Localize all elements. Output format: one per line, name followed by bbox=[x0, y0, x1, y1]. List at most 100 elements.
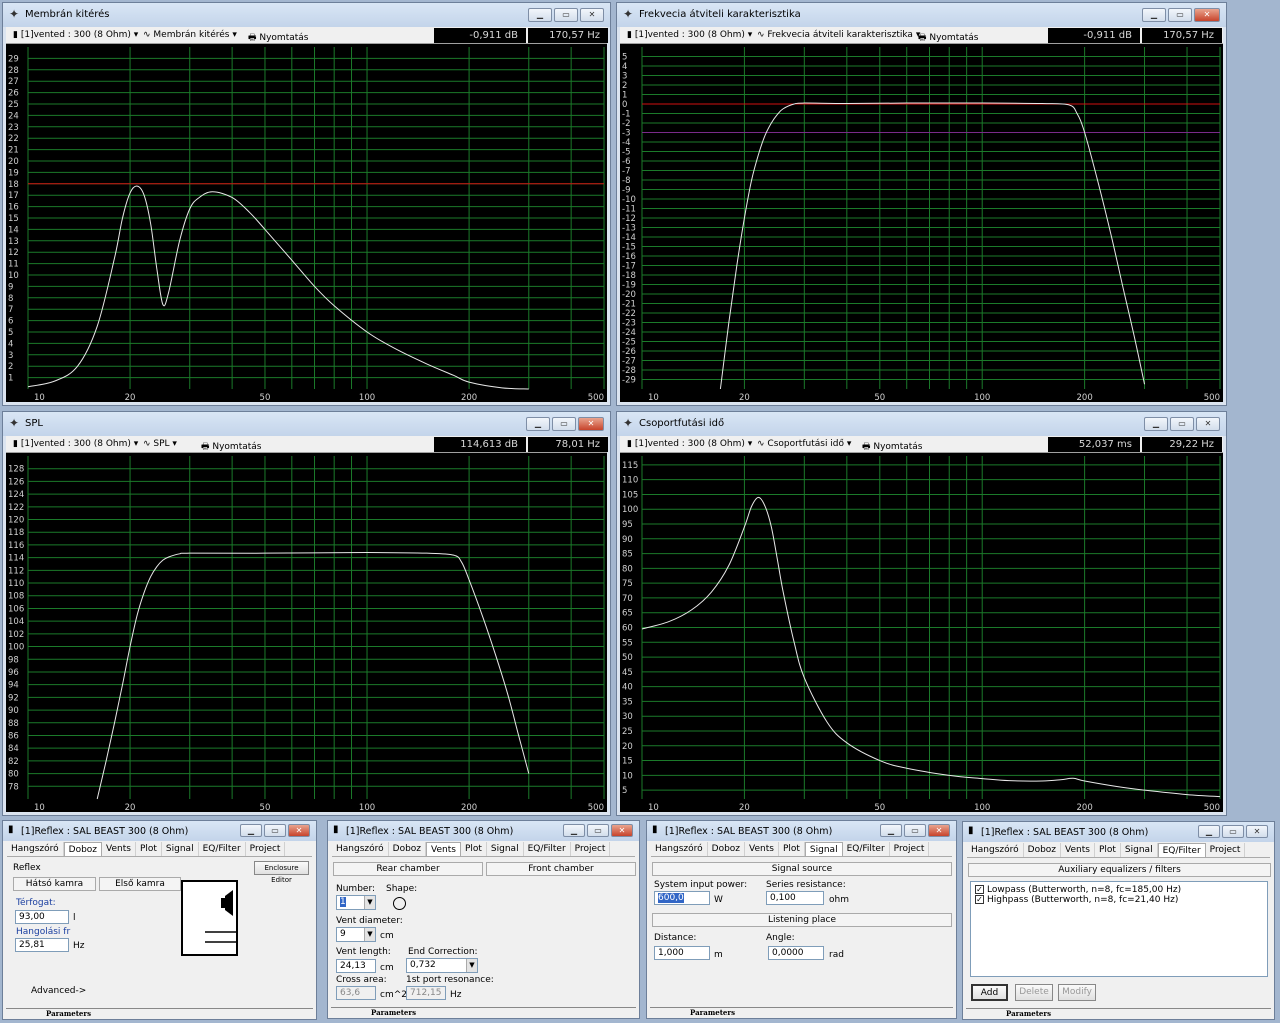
graph-mode-select[interactable]: ∿ Csoportfutási idő ▾ bbox=[757, 439, 851, 449]
tab-vents[interactable]: Vents bbox=[102, 842, 136, 856]
tab-plot[interactable]: Plot bbox=[461, 842, 487, 856]
y-tick-label: -2 bbox=[622, 119, 630, 129]
maximize-button[interactable]: ▭ bbox=[1170, 417, 1194, 431]
close-button[interactable]: ✕ bbox=[288, 824, 310, 837]
maximize-button[interactable]: ▭ bbox=[1222, 825, 1244, 838]
tab-eq-filter[interactable]: EQ/Filter bbox=[199, 842, 246, 856]
title-bar[interactable]: ✦ Frekvecia átviteli karakterisztika ▁ ▭ ✕ bbox=[617, 3, 1226, 27]
tab-project[interactable]: Project bbox=[246, 842, 286, 856]
tab-plot[interactable]: Plot bbox=[136, 842, 162, 856]
distance-input[interactable]: 1,000 bbox=[654, 946, 710, 960]
maximize-button[interactable]: ▭ bbox=[264, 824, 286, 837]
title-bar[interactable]: ✦ Membrán kitérés ▁ ▭ ✕ bbox=[3, 3, 610, 27]
graph-mode-select[interactable]: ∿ SPL ▾ bbox=[143, 439, 177, 449]
close-button[interactable]: ✕ bbox=[1194, 8, 1220, 22]
title-bar[interactable]: ▮ [1]Reflex : SAL BEAST 300 (8 Ohm) ▁ ▭ ✕ bbox=[647, 821, 956, 841]
driver-select[interactable]: ▮ [1]vented : 300 (8 Ohm) ▾ bbox=[627, 30, 752, 40]
end-correction-select[interactable]: 0,732 ▼ bbox=[406, 958, 478, 973]
chart-plot[interactable]: 78 80 82 84 86 88 90 92 94 96 98 100 102 104 106 108 110… bbox=[6, 453, 607, 812]
tab-plot[interactable]: Plot bbox=[779, 842, 805, 856]
rear-chamber-header[interactable]: Rear chamber bbox=[333, 862, 483, 876]
title-bar[interactable]: ✦ Csoportfutási idő ▁ ▭ ✕ bbox=[617, 412, 1226, 436]
minimize-button[interactable]: ▁ bbox=[1142, 8, 1166, 22]
close-button[interactable]: ✕ bbox=[1246, 825, 1268, 838]
tab-plot[interactable]: Plot bbox=[1095, 843, 1121, 857]
minimize-button[interactable]: ▁ bbox=[1144, 417, 1168, 431]
tab-box[interactable]: Doboz bbox=[63, 842, 103, 856]
window-title: Membrán kitérés bbox=[25, 9, 110, 20]
title-bar[interactable]: ▮ [1]Reflex : SAL BEAST 300 (8 Ohm) ▁ ▭ ✕ bbox=[963, 822, 1274, 842]
delete-button[interactable]: Delete bbox=[1015, 984, 1053, 1001]
close-button[interactable]: ✕ bbox=[578, 417, 604, 431]
tab-speaker[interactable]: Hangszóró bbox=[651, 842, 708, 856]
tab-vents[interactable]: Vents bbox=[1061, 843, 1095, 857]
list-item[interactable]: ✓ Highpass (Butterworth, n=8, fc=21,40 Hz… bbox=[971, 895, 1267, 905]
close-button[interactable]: ✕ bbox=[611, 824, 633, 837]
round-shape-icon[interactable] bbox=[393, 897, 406, 910]
driver-select[interactable]: ▮ [1]vented : 300 (8 Ohm) ▾ bbox=[13, 30, 138, 40]
maximize-button[interactable]: ▭ bbox=[587, 824, 609, 837]
chart-plot[interactable]: 1 2 3 4 5 6 7 8 9 10 11 12 13 14 15 16 17 18 19 20 21 22 23 24 2… bbox=[6, 44, 607, 402]
tab-signal[interactable]: Signal bbox=[804, 842, 843, 856]
graph-mode-select[interactable]: ∿ Membrán kitérés ▾ bbox=[143, 30, 237, 40]
advanced-link[interactable]: Advanced-> bbox=[31, 986, 86, 996]
tab-signal[interactable]: Signal bbox=[162, 842, 199, 856]
tab-eq-filter[interactable]: EQ/Filter bbox=[843, 842, 890, 856]
minimize-button[interactable]: ▁ bbox=[880, 824, 902, 837]
minimize-button[interactable]: ▁ bbox=[563, 824, 585, 837]
tab-box[interactable]: Doboz bbox=[1024, 843, 1062, 857]
minimize-button[interactable]: ▁ bbox=[1198, 825, 1220, 838]
modify-button[interactable]: Modify bbox=[1058, 984, 1096, 1001]
minimize-button[interactable]: ▁ bbox=[526, 417, 550, 431]
checkbox-checked-icon[interactable]: ✓ bbox=[975, 895, 984, 904]
list-item[interactable]: ✓ Lowpass (Butterworth, n=8, fc=185,00 Hz… bbox=[971, 882, 1267, 895]
checkbox-checked-icon[interactable]: ✓ bbox=[975, 885, 984, 894]
front-chamber-header[interactable]: Front chamber bbox=[486, 862, 636, 876]
close-button[interactable]: ✕ bbox=[1196, 417, 1220, 431]
tab-box[interactable]: Doboz bbox=[708, 842, 746, 856]
y-tick-label: 10 bbox=[8, 271, 19, 281]
tab-box[interactable]: Doboz bbox=[389, 842, 427, 856]
maximize-button[interactable]: ▭ bbox=[1168, 8, 1192, 22]
vent-number-select[interactable]: 1 ▼ bbox=[336, 895, 376, 910]
maximize-button[interactable]: ▭ bbox=[554, 8, 578, 22]
system-input-power-input[interactable]: 600,0 bbox=[654, 891, 710, 905]
front-chamber-header[interactable]: Első kamra bbox=[99, 877, 181, 891]
add-button[interactable]: Add bbox=[971, 984, 1008, 1001]
tab-signal[interactable]: Signal bbox=[487, 842, 524, 856]
vent-diameter-select[interactable]: 9 ▼ bbox=[336, 927, 376, 942]
tab-vents[interactable]: Vents bbox=[745, 842, 779, 856]
tab-project[interactable]: Project bbox=[1206, 843, 1246, 857]
close-button[interactable]: ✕ bbox=[928, 824, 950, 837]
tab-project[interactable]: Project bbox=[890, 842, 930, 856]
close-button[interactable]: ✕ bbox=[580, 8, 604, 22]
tab-speaker[interactable]: Hangszóró bbox=[967, 843, 1024, 857]
tab-signal[interactable]: Signal bbox=[1121, 843, 1158, 857]
enclosure-editor-button[interactable]: Enclosure Editor bbox=[254, 861, 309, 884]
minimize-button[interactable]: ▁ bbox=[528, 8, 552, 22]
volume-input[interactable]: 93,00 bbox=[15, 910, 69, 924]
graph-mode-select[interactable]: ∿ Frekvecia átviteli karakterisztika ▾ bbox=[757, 30, 920, 40]
tab-eq-filter[interactable]: EQ/Filter bbox=[524, 842, 571, 856]
minimize-button[interactable]: ▁ bbox=[240, 824, 262, 837]
driver-select[interactable]: ▮ [1]vented : 300 (8 Ohm) ▾ bbox=[13, 439, 138, 449]
window-spl: ✦ SPL ▁ ▭ ✕ ▮ [1]vented : 300 (8 Ohm) ▾ ∿ S… bbox=[2, 411, 611, 816]
maximize-button[interactable]: ▭ bbox=[552, 417, 576, 431]
angle-input[interactable]: 0,0000 bbox=[768, 946, 824, 960]
tab-eq-filter[interactable]: EQ/Filter bbox=[1157, 843, 1206, 857]
maximize-button[interactable]: ▭ bbox=[904, 824, 926, 837]
tuning-input[interactable]: 25,81 bbox=[15, 938, 69, 952]
series-resistance-input[interactable]: 0,100 bbox=[766, 891, 824, 905]
tab-speaker[interactable]: Hangszóró bbox=[7, 842, 64, 856]
title-bar[interactable]: ✦ SPL ▁ ▭ ✕ bbox=[3, 412, 610, 436]
rear-chamber-header[interactable]: Hátsó kamra bbox=[13, 877, 96, 891]
title-bar[interactable]: ▮ [1]Reflex : SAL BEAST 300 (8 Ohm) ▁ ▭ ✕ bbox=[3, 821, 316, 841]
tab-speaker[interactable]: Hangszóró bbox=[332, 842, 389, 856]
title-bar[interactable]: ▮ [1]Reflex : SAL BEAST 300 (8 Ohm) ▁ ▭ ✕ bbox=[328, 821, 639, 841]
tab-project[interactable]: Project bbox=[571, 842, 611, 856]
vent-length-input[interactable]: 24,13 bbox=[336, 959, 376, 973]
chart-plot[interactable]: 5 10 15 20 25 30 35 40 45 50 55 60 65 70 75 80 85 90 95 100… bbox=[620, 453, 1223, 812]
driver-select[interactable]: ▮ [1]vented : 300 (8 Ohm) ▾ bbox=[627, 439, 752, 449]
chart-plot[interactable]: 5 4 3 2 1 0 -1 -2 -3 -4 -5 -6 -7 -8 -9 -10 -11 -12 -13 -14-… bbox=[620, 44, 1223, 402]
tab-vents[interactable]: Vents bbox=[426, 842, 461, 856]
